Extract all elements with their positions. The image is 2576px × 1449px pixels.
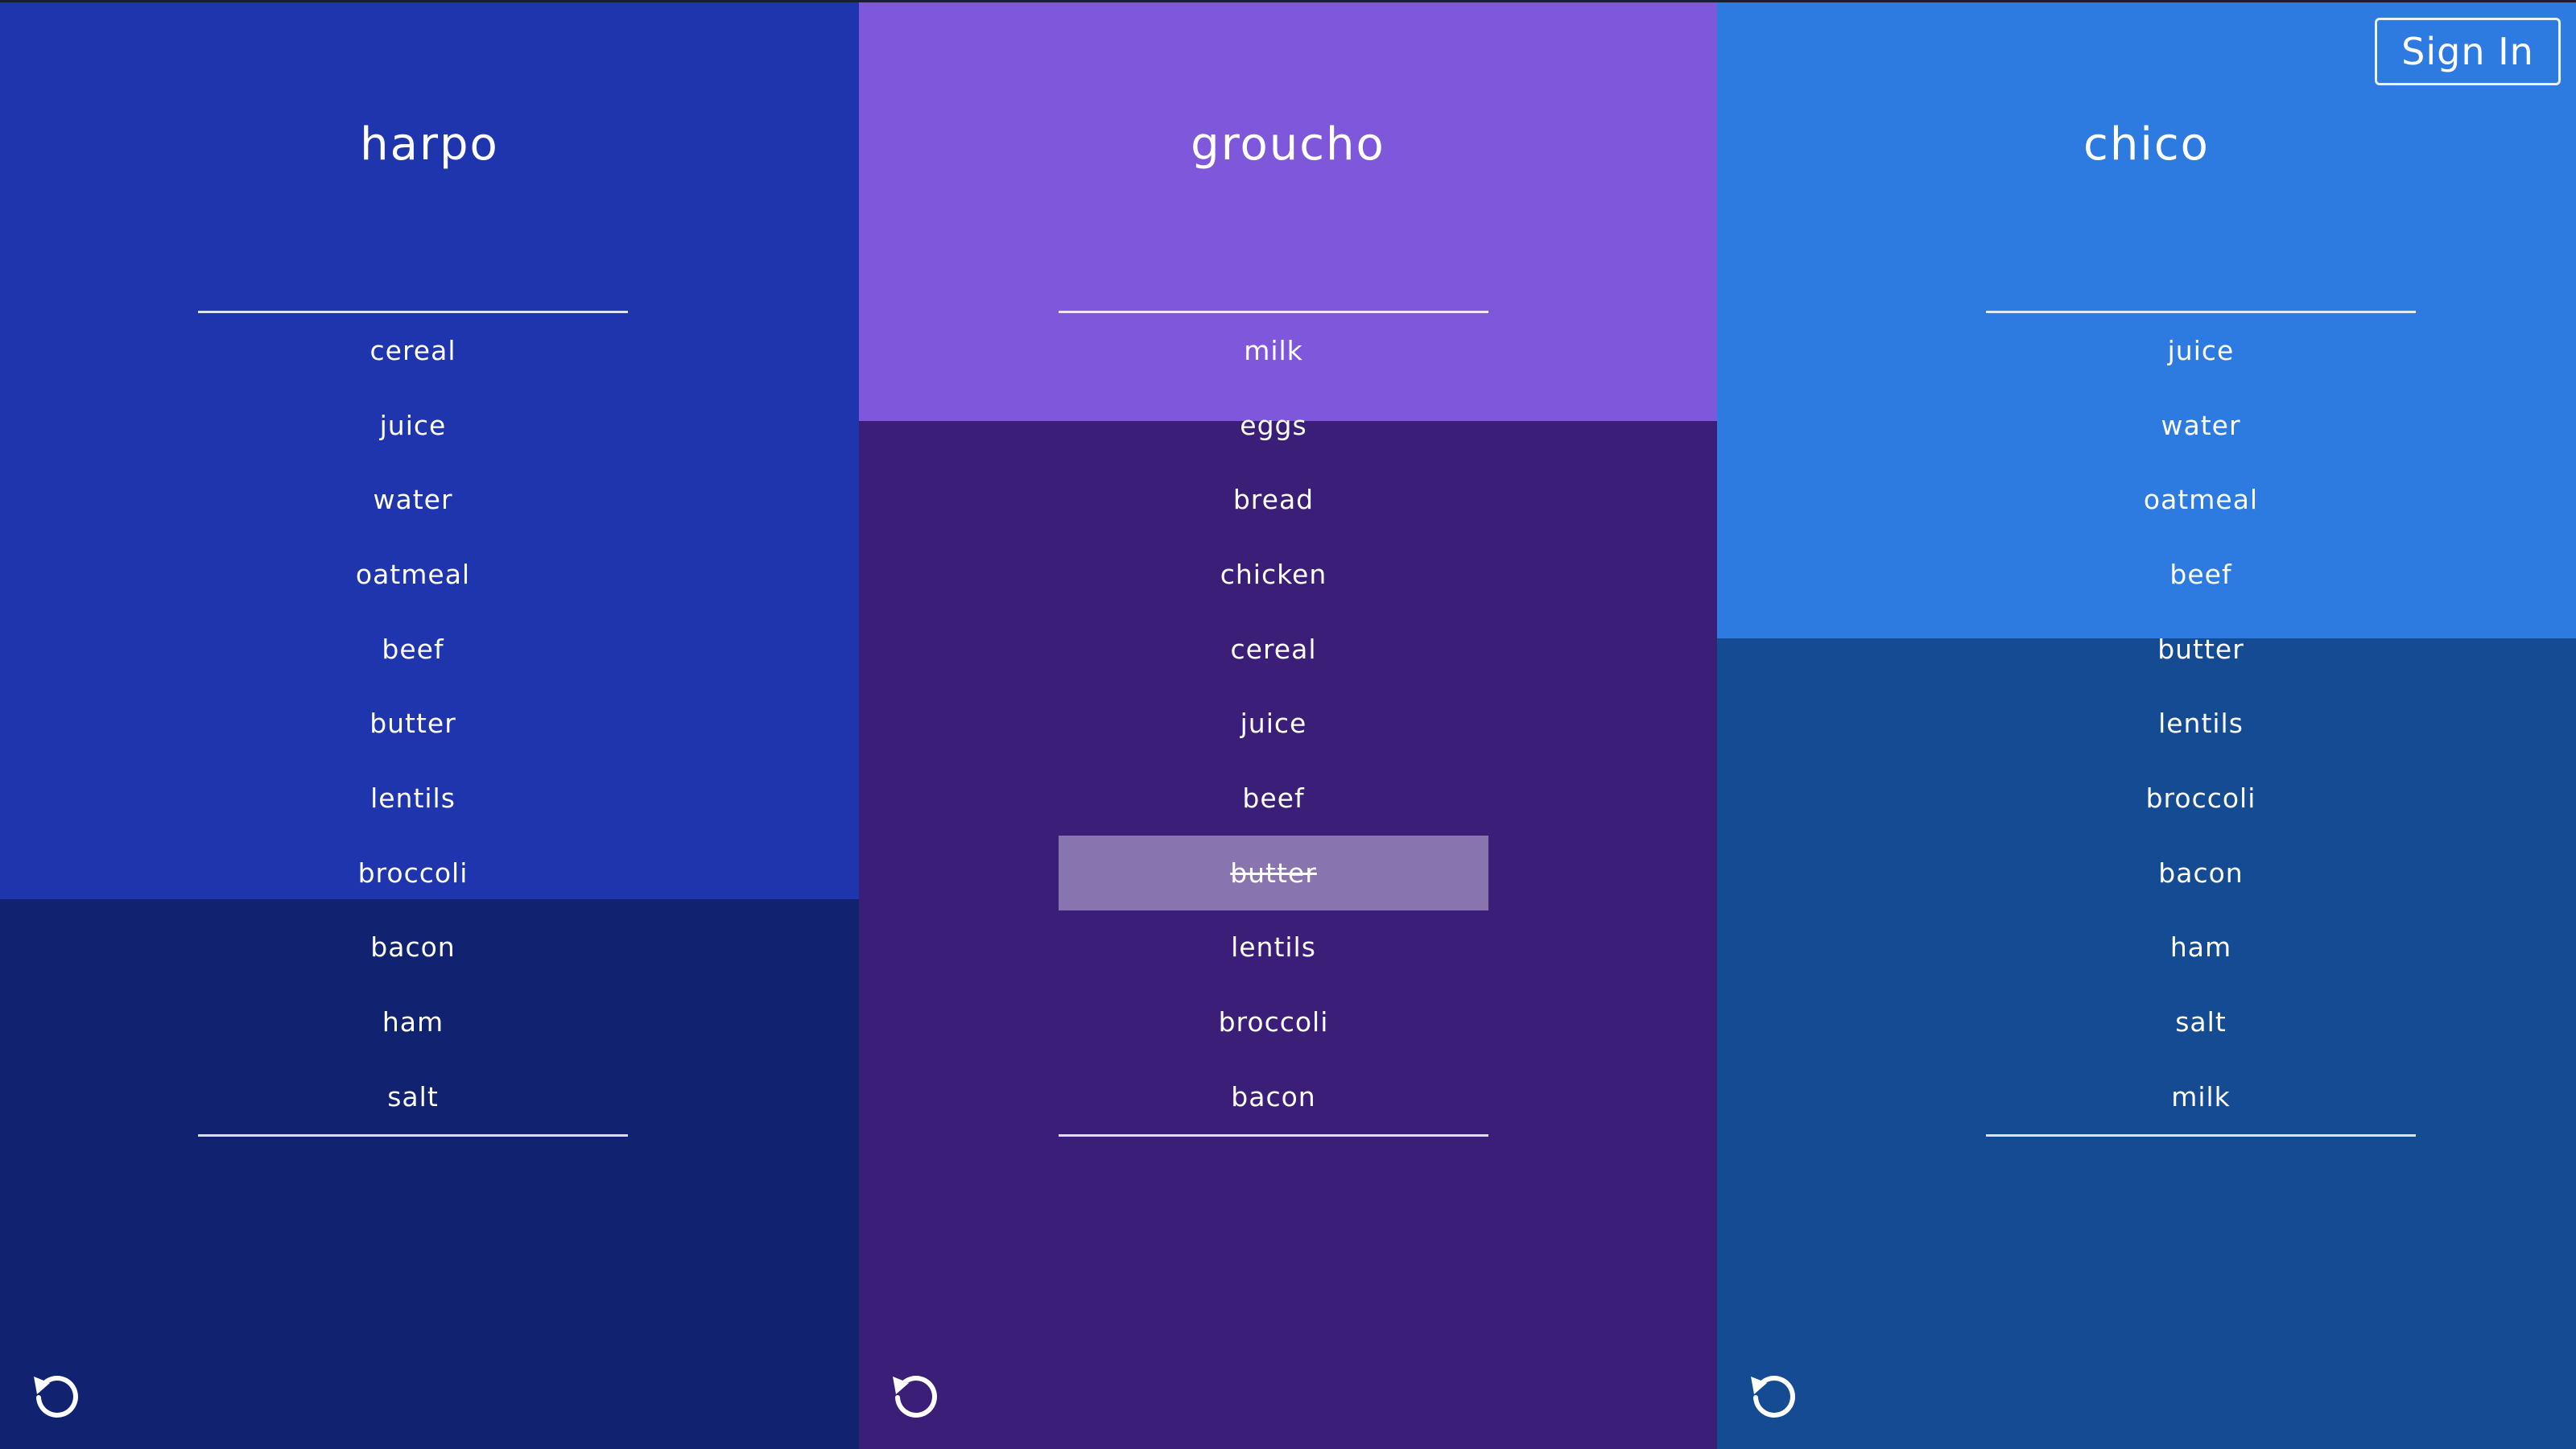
column-chico: chico juice water oatmeal beef butter le… xyxy=(1717,0,2576,1449)
list-item[interactable]: broccoli xyxy=(1059,985,1488,1059)
list-item[interactable]: butter xyxy=(1986,612,2416,687)
list-item[interactable]: cereal xyxy=(1059,612,1488,687)
column-title: harpo xyxy=(360,118,499,171)
list-item[interactable]: juice xyxy=(1059,686,1488,761)
list-item[interactable]: beef xyxy=(198,612,628,687)
list-item[interactable]: ham xyxy=(198,985,628,1059)
list-item[interactable]: broccoli xyxy=(1986,761,2416,836)
list-item[interactable]: water xyxy=(1986,388,2416,463)
list-item[interactable]: beef xyxy=(1059,761,1488,836)
column-title: chico xyxy=(2083,118,2210,171)
list-item[interactable]: bacon xyxy=(1059,1059,1488,1134)
list-item[interactable]: butter xyxy=(198,686,628,761)
reset-button[interactable] xyxy=(1748,1368,1799,1420)
column-harpo: harpo cereal juice water oatmeal beef bu… xyxy=(0,0,859,1449)
list-item[interactable]: chicken xyxy=(1059,537,1488,612)
list-item[interactable]: salt xyxy=(198,1059,628,1134)
item-list: milk eggs bread chicken cereal juice bee… xyxy=(1059,311,1488,1137)
column-groucho: groucho milk eggs bread chicken cereal j… xyxy=(859,0,1717,1449)
list-item[interactable]: milk xyxy=(1059,313,1488,388)
columns-container: harpo cereal juice water oatmeal beef bu… xyxy=(0,0,2576,1449)
reset-button[interactable] xyxy=(890,1368,941,1420)
item-list: juice water oatmeal beef butter lentils … xyxy=(1986,311,2416,1137)
list-item[interactable]: water xyxy=(198,462,628,537)
list-item[interactable]: bacon xyxy=(198,910,628,985)
reset-icon xyxy=(1751,1376,1795,1418)
list-item[interactable]: lentils xyxy=(198,761,628,836)
reset-icon xyxy=(893,1376,937,1418)
list-item[interactable]: bacon xyxy=(1986,836,2416,910)
reset-icon xyxy=(34,1376,78,1418)
list-item[interactable]: cereal xyxy=(198,313,628,388)
list-item[interactable]: oatmeal xyxy=(198,537,628,612)
list-item[interactable]: juice xyxy=(1986,313,2416,388)
list-item[interactable]: oatmeal xyxy=(1986,462,2416,537)
list-item-completed[interactable]: butter xyxy=(1059,835,1488,910)
list-item[interactable]: ham xyxy=(1986,910,2416,985)
sign-in-button[interactable]: Sign In xyxy=(2375,18,2561,85)
column-title: groucho xyxy=(1191,118,1385,171)
list-item[interactable]: beef xyxy=(1986,537,2416,612)
list-item[interactable]: salt xyxy=(1986,985,2416,1059)
reset-button[interactable] xyxy=(31,1368,82,1420)
top-strip xyxy=(0,0,2576,2)
list-item[interactable]: broccoli xyxy=(198,836,628,910)
list-item[interactable]: juice xyxy=(198,388,628,463)
list-item[interactable]: milk xyxy=(1986,1059,2416,1134)
item-list: cereal juice water oatmeal beef butter l… xyxy=(198,311,628,1137)
list-item[interactable]: lentils xyxy=(1986,686,2416,761)
list-item[interactable]: eggs xyxy=(1059,388,1488,463)
list-item[interactable]: bread xyxy=(1059,462,1488,537)
list-item[interactable]: lentils xyxy=(1059,910,1488,985)
